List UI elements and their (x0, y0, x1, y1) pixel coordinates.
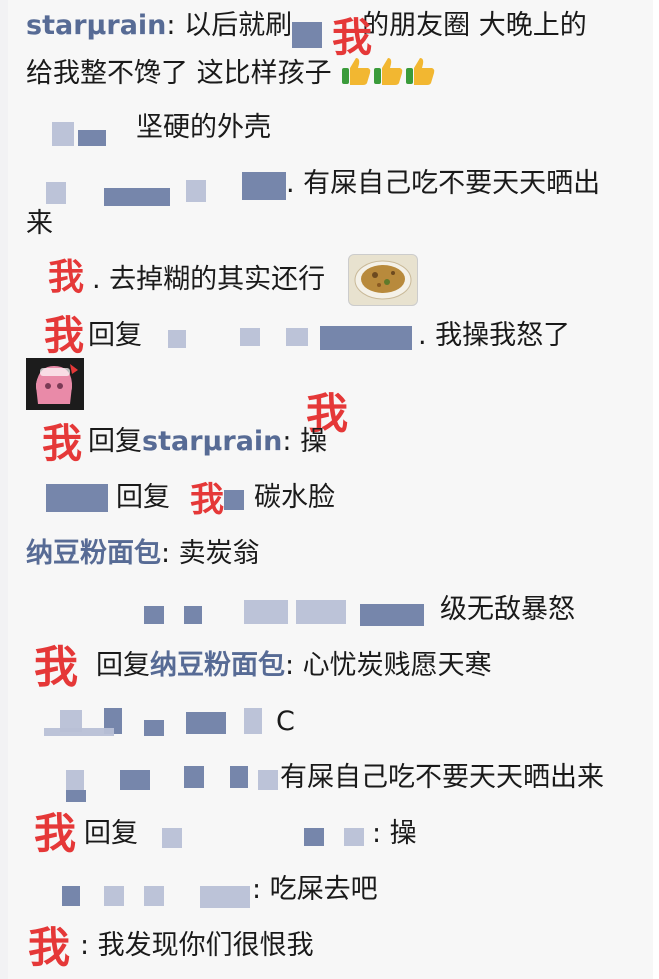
comment-line-11: 回复纳豆粉面包: 心忧炭贱愿天寒 (96, 650, 492, 681)
blur-mask (360, 604, 424, 626)
me-overlay: 我 (42, 421, 82, 467)
comment-line-15: : 吃屎去吧 (252, 874, 378, 905)
blur-mask (162, 828, 182, 848)
blur-mask (200, 886, 250, 908)
blur-mask (104, 886, 124, 906)
blur-mask (52, 122, 74, 146)
blur-mask (292, 22, 322, 48)
comment-line-14-text: : 操 (372, 818, 417, 849)
blur-mask (66, 770, 84, 790)
me-overlay: 我 (34, 642, 78, 693)
comment-line-13: 有屎自己吃不要天天晒出来 (280, 762, 604, 793)
blur-mask (224, 490, 244, 510)
blur-mask (62, 886, 80, 906)
blur-mask (184, 766, 204, 788)
comment-line-2: 给我整不馋了 这比样孩子 (26, 56, 436, 90)
blur-mask (286, 328, 308, 346)
comment-line-12: C (276, 706, 295, 737)
blur-mask (344, 828, 364, 846)
comment-line-10: 级无敌暴怒 (440, 594, 575, 625)
blur-mask (78, 130, 106, 146)
blur-mask (186, 180, 206, 202)
blur-mask (240, 328, 260, 346)
blur-mask (258, 770, 278, 790)
thumbs-up-icon (404, 56, 436, 86)
me-overlay: 我 (44, 313, 84, 359)
thumbs-up-icon (340, 56, 372, 86)
me-overlay: 我 (190, 480, 224, 520)
blur-mask (46, 484, 108, 512)
comment-line-8-text: 碳水脸 (254, 482, 335, 513)
blur-mask (304, 828, 324, 846)
comment-line-4: . 有屎自己吃不要天天晒出 (286, 168, 601, 199)
thumbs-up-icon (372, 56, 404, 86)
comment-line-4b: 来 (26, 208, 53, 239)
blur-mask (242, 172, 286, 200)
blur-mask (44, 728, 114, 736)
blur-mask (230, 766, 248, 788)
comment-line-14: 回复 (84, 818, 138, 849)
blur-mask (144, 720, 164, 736)
blur-mask (66, 790, 86, 802)
comment-line-9: 纳豆粉面包: 卖炭翁 (26, 538, 260, 569)
blur-mask (144, 886, 164, 906)
comment-line-3: 坚硬的外壳 (136, 112, 271, 143)
comment-line-6-text: . 我操我怒了 (418, 320, 571, 351)
blur-mask (144, 606, 164, 624)
me-overlay: 我 (332, 15, 372, 61)
blur-mask (244, 708, 262, 734)
blur-mask (206, 712, 226, 734)
blur-mask (186, 712, 206, 734)
blur-mask (120, 770, 150, 790)
blur-mask (184, 606, 202, 624)
blur-mask (320, 326, 412, 350)
comment-line-6: 回复 (88, 320, 142, 351)
comment-line-16: : 我发现你们很恨我 (80, 930, 314, 961)
me-overlay: 我 (28, 923, 71, 972)
commenter-name[interactable]: starµrain (26, 10, 166, 41)
blur-mask (46, 182, 66, 204)
food-photo-thumbnail[interactable] (348, 254, 418, 306)
blur-mask (296, 600, 346, 624)
me-overlay: 我 (34, 809, 77, 858)
blur-mask (168, 330, 186, 348)
comment-line-5: . 去掉糊的其实还行 (92, 264, 326, 295)
sticker-image[interactable] (26, 358, 84, 410)
me-overlay: 我 (48, 257, 85, 298)
blur-mask (244, 600, 288, 624)
comment-line-7: 回复starµrain: 操 (88, 426, 328, 457)
comment-line-8: 回复 (116, 482, 170, 513)
blur-mask (104, 188, 170, 206)
